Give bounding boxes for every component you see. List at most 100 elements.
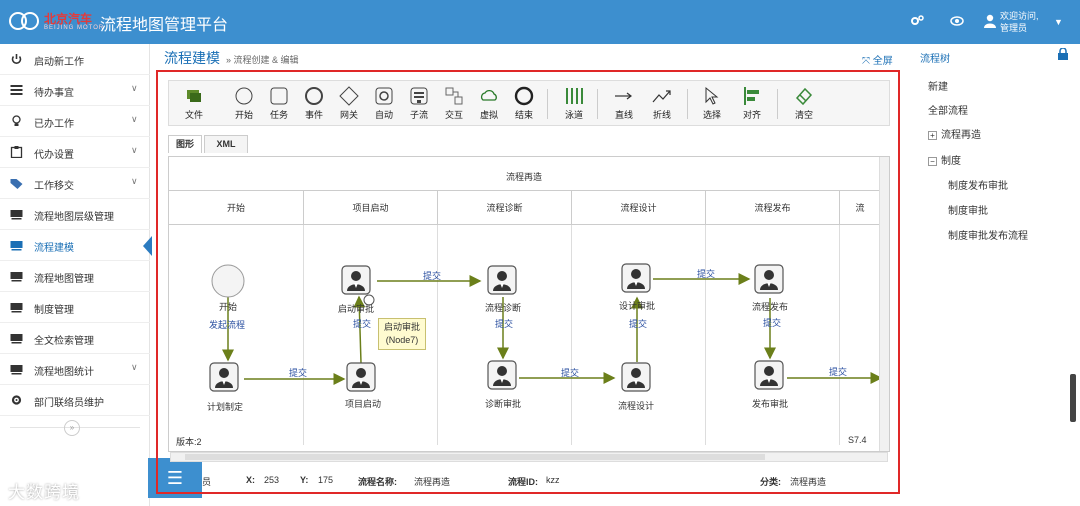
tree-item-policy-approval[interactable]: 制度审批 [948,202,988,217]
x-label: X: [246,475,255,485]
user-icon [984,14,996,28]
user-menu[interactable]: 欢迎访问, 管理员 ▼ [982,8,1068,36]
tool-select[interactable]: 选择 [697,86,727,124]
node-label: 开始 [219,302,238,312]
sidebar-item-fulltext-search[interactable]: 全文检索管理 [0,323,150,354]
eraser-icon [795,87,813,106]
tool-straight-line[interactable]: 直线 [609,86,639,124]
sidebar-item-policy-management[interactable]: 制度管理 [0,292,150,323]
clipboard-icon [10,146,23,158]
horizontal-scrollbar[interactable] [170,452,888,462]
tab-graphic[interactable]: 图形 [168,135,202,153]
eye-icon[interactable] [950,14,964,28]
top-bar: 北京汽车 BEIJING MOTOR 流程地图管理平台 欢迎访问, 管理员 ▼ [0,0,1080,44]
breadcrumb: » 流程创建 & 编辑 [226,55,299,65]
settings-icon[interactable] [910,14,924,28]
tool-clear[interactable]: 清空 [789,86,819,124]
tree-label: 新建 [928,82,948,93]
start-event[interactable] [211,264,245,298]
tool-align[interactable]: 对齐 [737,86,767,124]
keyboard-icon [10,365,23,375]
tool-gateway[interactable]: 网关 [334,86,364,124]
tool-subprocess[interactable]: 子流 [404,86,434,124]
scale-label: S7.4 [848,435,867,445]
tool-polyline[interactable]: 折线 [647,86,677,124]
tab-xml[interactable]: XML [204,135,248,153]
task-design-approve[interactable] [621,263,651,293]
sidebar-item-dept-liaison[interactable]: 部门联络员维护 [0,385,150,416]
y-value: 175 [318,475,334,485]
sidebar-item-map-management[interactable]: 流程地图管理 [0,261,150,292]
sidebar-item-delegate[interactable]: 代办设置 ∨ [0,137,150,168]
collapse-icon[interactable]: − [928,156,937,166]
sidebar-item-map-levels[interactable]: 流程地图层级管理 [0,199,150,230]
task-design[interactable] [621,362,651,392]
task-publish[interactable] [754,264,784,294]
tool-label: 折线 [652,110,671,120]
tool-auto[interactable]: 自动 [369,86,399,124]
sidebar-item-label: 待办事宜 [34,88,74,99]
tooltip-title: 启动审批 [383,322,420,332]
watermark-text: 大数跨境 [8,483,80,502]
tool-label: 虚拟 [479,110,498,120]
task-publish-approve[interactable] [754,360,784,390]
sidebar-item-label: 流程地图统计 [34,367,94,378]
line-arrow-icon [615,92,632,100]
tool-event[interactable]: 事件 [299,86,329,124]
fullscreen-label: 全屏 [872,56,893,67]
task-diagnose[interactable] [487,265,517,295]
tool-interaction[interactable]: 交互 [439,86,469,124]
sidebar-item-map-statistics[interactable]: 流程地图统计 ∨ [0,354,150,385]
process-name-label: 流程名称: [358,477,397,487]
tool-label: 事件 [304,110,323,120]
task-project-start[interactable] [346,362,376,392]
tool-swimlane[interactable]: 泳道 [559,86,589,124]
auto-gear-icon [375,87,393,105]
sidebar-item-label: 工作移交 [34,181,74,192]
scrollbar-thumb[interactable] [185,454,765,460]
sidebar-item-todo[interactable]: 待办事宜 ∨ [0,75,150,106]
sidebar: 启动新工作 待办事宜 ∨ 已办工作 ∨ 代办设置 ∨ 工作移交 ∨ 流程地图层级… [0,44,152,506]
vertical-scrollbar[interactable] [879,157,889,451]
category-value: 流程再造 [790,477,827,487]
lock-icon[interactable] [1058,48,1068,60]
sidebar-item-start-work[interactable]: 启动新工作 [0,44,150,75]
sidebar-item-done[interactable]: 已办工作 ∨ [0,106,150,137]
toolbar-divider [547,89,548,119]
chevron-down-icon: ∨ [131,114,138,124]
interaction-icon [445,87,463,105]
edge-label: 提交 [495,319,514,329]
tree-item-policy-publish-approval[interactable]: 制度发布审批 [948,177,1008,192]
tool-task[interactable]: 任务 [264,86,294,124]
tree-label: 全部流程 [928,106,968,117]
tree-label: 制度 [941,156,961,167]
edge-label: 提交 [697,269,716,279]
tree-item-new[interactable]: 新建 [928,78,948,93]
task-diagnose-approve[interactable] [487,360,517,390]
task-plan[interactable] [209,362,239,392]
collapse-sidebar-button[interactable]: » [64,420,80,436]
side-scroll-indicator[interactable] [1070,374,1076,422]
task-start-approve[interactable] [341,265,371,295]
tool-label: 任务 [269,110,288,120]
sidebar-item-handover[interactable]: 工作移交 ∨ [0,168,150,199]
diagram-canvas[interactable]: 流程再造 开始 项目启动 流程诊断 流程设计 流程发布 流 开始 发起流程 计划… [168,156,890,452]
node-label: 流程发布 [752,302,789,312]
page-title: 流程建模» 流程创建 & 编辑 [164,50,299,66]
tool-end[interactable]: 结束 [509,86,539,124]
task-rect-icon [270,87,288,105]
fullscreen-button[interactable]: ⤧ 全屏 [862,52,893,67]
tree-item-policy[interactable]: − 制度 [928,152,961,167]
caret-down-icon: ▼ [1054,17,1063,27]
tree-label: 制度审批发布流程 [948,231,1028,242]
sidebar-item-process-modeling[interactable]: 流程建模 [0,230,152,261]
file-icon [187,90,201,102]
expand-icon[interactable]: + [928,130,937,140]
tree-item-reengineering[interactable]: + 流程再造 [928,126,981,141]
tree-item-all[interactable]: 全部流程 [928,102,968,117]
tool-virtual[interactable]: 虚拟 [474,86,504,124]
tree-item-policy-approval-publish[interactable]: 制度审批发布流程 [948,227,1028,242]
process-id-label: 流程ID: [508,477,538,487]
tool-start[interactable]: 开始 [229,86,259,124]
tool-file[interactable]: 文件 [179,86,209,124]
